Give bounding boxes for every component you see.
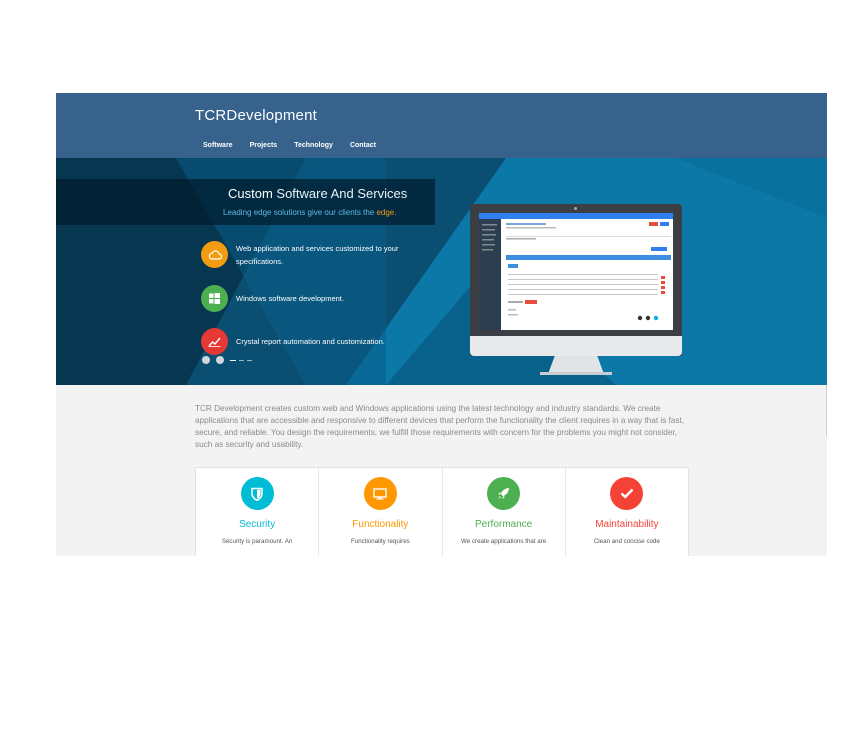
card-functionality: Functionality Functionality requires: [319, 468, 443, 556]
monitor-base: [540, 372, 612, 375]
card-performance: Performance We create applications that …: [443, 468, 566, 556]
hero-carousel: Custom Software And Services Leading edg…: [56, 158, 827, 385]
card-performance-title: Performance: [475, 519, 533, 530]
monitor-chin: [470, 336, 682, 356]
hero-subtitle-end: .: [394, 208, 397, 217]
card-functionality-title: Functionality: [352, 519, 409, 530]
carousel-indicator[interactable]: [230, 359, 236, 361]
site-header: TCRDevelopment Software Projects Technol…: [56, 93, 827, 158]
cloud-icon: [201, 241, 228, 268]
brand-logo[interactable]: TCRDevelopment: [195, 107, 317, 124]
carousel-prev-button[interactable]: [202, 356, 210, 364]
carousel-next-button[interactable]: [216, 356, 224, 364]
card-functionality-desc: Functionality requires: [350, 538, 410, 545]
page-edge: [826, 385, 827, 437]
card-performance-desc: We create applications that are: [461, 538, 547, 545]
hero-subtitle: Leading edge solutions give our clients …: [223, 208, 396, 217]
rocket-icon: [487, 477, 521, 510]
nav-software[interactable]: Software: [203, 142, 233, 149]
card-maintainability: Maintainability Clean and concise code: [566, 468, 688, 556]
feature-reports-text: Crystal report automation and customizat…: [236, 337, 385, 346]
hero-title-bold: Custom: [228, 186, 273, 201]
nav-contact[interactable]: Contact: [350, 142, 376, 149]
card-security: Security Security is paramount. An: [196, 468, 320, 556]
nav-projects[interactable]: Projects: [250, 142, 278, 149]
feature-windows: Windows software development.: [201, 285, 416, 312]
main-nav: Software Projects Technology Contact: [203, 142, 376, 149]
app-screenshot-illustration: [479, 213, 673, 330]
feature-web: Web application and services customized …: [201, 241, 416, 268]
hero-subtitle-accent: edge: [376, 208, 395, 217]
chart-icon: [201, 328, 228, 355]
card-maintainability-desc: Clean and concise code: [593, 538, 660, 545]
check-icon: [610, 477, 644, 510]
intro-paragraph: TCR Development creates custom web and W…: [195, 404, 685, 449]
feature-cards: Security Security is paramount. An Funct…: [195, 467, 689, 556]
hero-title: Custom Software And Services: [228, 186, 407, 201]
monitor-illustration: [470, 204, 682, 378]
windows-icon: [201, 285, 228, 312]
carousel-controls: [202, 356, 255, 364]
website-screenshot: TCRDevelopment Software Projects Technol…: [56, 93, 827, 556]
carousel-indicator[interactable]: [247, 359, 252, 361]
feature-windows-text: Windows software development.: [236, 294, 344, 303]
carousel-indicator[interactable]: [239, 359, 244, 361]
monitor-screen: [479, 213, 673, 330]
nav-technology[interactable]: Technology: [294, 142, 333, 149]
feature-web-text: Web application and services customized …: [236, 243, 399, 266]
card-security-desc: Security is paramount. An: [221, 538, 293, 545]
hero-title-rest: Software And Services: [272, 186, 408, 201]
card-security-title: Security: [239, 519, 276, 530]
card-maintainability-title: Maintainability: [595, 519, 659, 530]
feature-reports: Crystal report automation and customizat…: [201, 328, 416, 355]
monitor-camera: [574, 207, 577, 210]
hero-subtitle-text: Leading edge solutions give our clients …: [223, 208, 377, 217]
shield-icon: [240, 477, 274, 510]
monitor-icon: [363, 477, 397, 510]
